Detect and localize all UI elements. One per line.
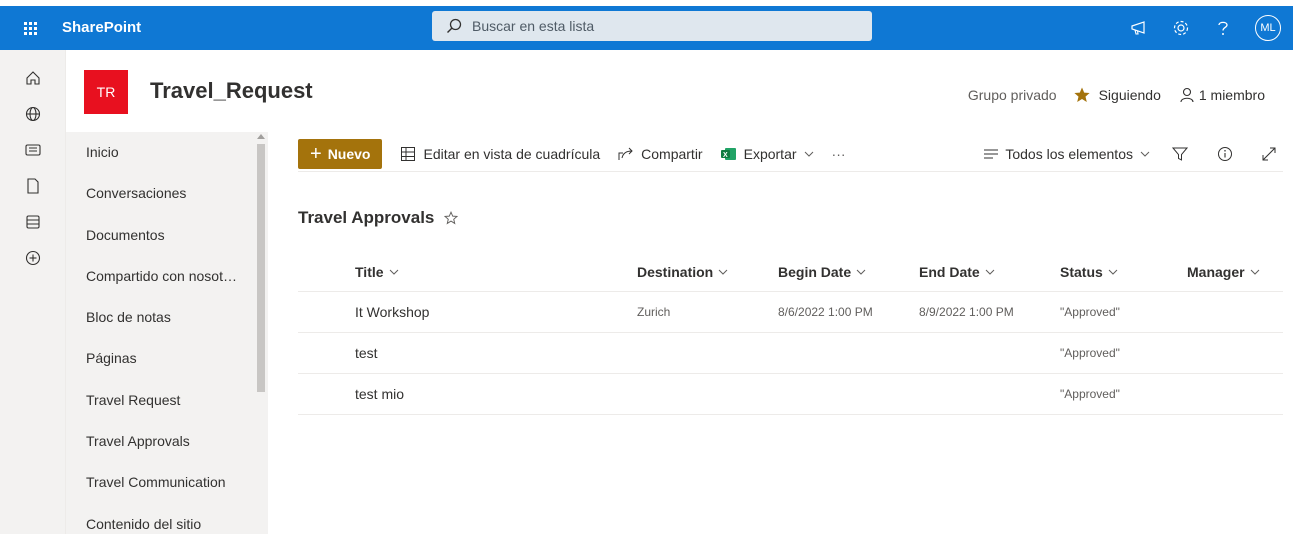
column-header-manager[interactable]: Manager — [1187, 264, 1260, 280]
app-bar — [0, 50, 66, 534]
list-title-text: Travel Approvals — [298, 208, 435, 227]
share-label: Compartir — [641, 145, 703, 162]
export-button[interactable]: X Exportar — [720, 145, 814, 162]
home-icon[interactable] — [0, 60, 66, 96]
nav-item-inicio[interactable]: Inicio — [66, 132, 251, 173]
nav-item-bloc-de-notas[interactable]: Bloc de notas — [66, 297, 251, 338]
search-input[interactable] — [472, 18, 852, 34]
cell-end-date: 8/9/2022 1:00 PM — [919, 305, 1014, 319]
table-row[interactable]: test mio "Approved" — [298, 374, 1283, 415]
cell-title[interactable]: test — [355, 345, 378, 361]
filter-icon — [1172, 147, 1188, 161]
table-header: Title Destination Begin Date End Date St… — [298, 252, 1283, 292]
file-icon[interactable] — [0, 168, 66, 204]
nav-item-paginas[interactable]: Páginas — [66, 338, 251, 379]
person-icon — [1180, 87, 1194, 103]
grid-edit-button[interactable]: Editar en vista de cuadrícula — [400, 146, 600, 162]
star-filled-icon — [1073, 87, 1090, 102]
cell-begin-date: 8/6/2022 1:00 PM — [778, 305, 873, 319]
grid-edit-label: Editar en vista de cuadrícula — [423, 145, 601, 162]
new-label: Nuevo — [327, 145, 371, 162]
site-logo[interactable]: TR — [84, 70, 128, 114]
site-title[interactable]: Travel_Request — [150, 78, 313, 104]
search-icon — [447, 18, 462, 33]
list-title: Travel Approvals — [298, 208, 459, 228]
cell-title[interactable]: test mio — [355, 386, 404, 402]
privacy-label: Grupo privado — [967, 87, 1057, 103]
expand-button[interactable] — [1262, 147, 1283, 161]
command-bar: + Nuevo Editar en vista de cuadrícula Co… — [298, 136, 1283, 172]
site-header: TR Travel_Request Grupo privado Siguiend… — [66, 50, 1293, 132]
help-icon[interactable] — [1213, 18, 1233, 38]
members-button[interactable]: 1 miembro — [1179, 87, 1265, 103]
column-header-title[interactable]: Title — [355, 264, 399, 280]
excel-icon: X — [720, 147, 736, 160]
cell-title[interactable]: It Workshop — [355, 304, 429, 320]
chevron-down-icon — [389, 269, 398, 275]
table-row[interactable]: test "Approved" — [298, 333, 1283, 374]
new-button[interactable]: + Nuevo — [298, 138, 383, 169]
scroll-up-arrow[interactable] — [257, 134, 265, 139]
grid-icon — [401, 146, 416, 161]
nav-item-documentos[interactable]: Documentos — [66, 215, 251, 256]
view-lines-icon — [984, 149, 999, 159]
cell-destination: Zurich — [637, 305, 671, 319]
chevron-down-icon — [985, 269, 995, 275]
nav-item-travel-communication[interactable]: Travel Communication — [66, 462, 251, 503]
info-button[interactable] — [1217, 146, 1240, 162]
view-switcher[interactable]: Todos los elementos — [984, 146, 1150, 162]
nav-item-compartido[interactable]: Compartido con nosot… — [66, 256, 251, 297]
follow-label: Siguiendo — [1098, 87, 1161, 103]
add-circle-icon[interactable] — [0, 240, 66, 276]
chevron-down-icon — [1140, 151, 1150, 157]
nav-item-conversaciones[interactable]: Conversaciones — [66, 173, 251, 214]
gear-icon[interactable] — [1171, 18, 1191, 38]
column-header-status[interactable]: Status — [1060, 264, 1118, 280]
export-label: Exportar — [743, 145, 797, 162]
globe-icon[interactable] — [0, 96, 66, 132]
nav-scrollbar[interactable] — [254, 132, 268, 534]
table-row[interactable]: It Workshop Zurich 8/6/2022 1:00 PM 8/9/… — [298, 292, 1283, 333]
column-header-destination[interactable]: Destination — [637, 264, 728, 280]
search-box[interactable] — [432, 11, 872, 41]
app-name-link[interactable]: SharePoint — [62, 6, 141, 50]
app-launcher-button[interactable] — [0, 6, 60, 50]
info-icon — [1218, 147, 1232, 161]
view-label: Todos los elementos — [1005, 146, 1133, 162]
follow-button[interactable]: Siguiendo — [1073, 86, 1161, 104]
left-navigation: Inicio Conversaciones Documentos Compart… — [66, 132, 268, 534]
plus-icon: + — [310, 142, 322, 165]
svg-text:X: X — [723, 152, 728, 159]
scroll-thumb[interactable] — [257, 144, 265, 392]
members-label: 1 miembro — [1198, 87, 1265, 103]
more-options-button[interactable]: ··· — [832, 146, 846, 162]
chevron-down-icon — [1108, 269, 1118, 275]
lists-icon[interactable] — [0, 204, 66, 240]
avatar[interactable]: ML — [1255, 15, 1281, 41]
column-header-begin-date[interactable]: Begin Date — [778, 264, 866, 280]
cell-status: "Approved" — [1060, 305, 1120, 319]
chevron-down-icon — [1250, 269, 1259, 275]
star-outline-icon[interactable] — [444, 211, 459, 225]
cell-status: "Approved" — [1060, 387, 1120, 401]
share-icon — [618, 147, 633, 160]
expand-icon — [1262, 147, 1276, 161]
megaphone-icon[interactable] — [1129, 18, 1149, 38]
column-header-end-date[interactable]: End Date — [919, 264, 995, 280]
news-icon[interactable] — [0, 132, 66, 168]
share-button[interactable]: Compartir — [618, 145, 703, 162]
list-table: Title Destination Begin Date End Date St… — [298, 252, 1283, 415]
chevron-down-icon — [804, 151, 813, 157]
chevron-down-icon — [856, 269, 866, 275]
suite-bar: SharePoint ML — [0, 0, 1293, 50]
waffle-icon — [23, 21, 37, 35]
nav-item-contenido-del-sitio[interactable]: Contenido del sitio — [66, 504, 251, 534]
nav-item-travel-request[interactable]: Travel Request — [66, 380, 251, 421]
chevron-down-icon — [718, 269, 728, 275]
cell-status: "Approved" — [1060, 346, 1120, 360]
nav-item-travel-approvals[interactable]: Travel Approvals — [66, 421, 251, 462]
filter-button[interactable] — [1172, 146, 1195, 162]
